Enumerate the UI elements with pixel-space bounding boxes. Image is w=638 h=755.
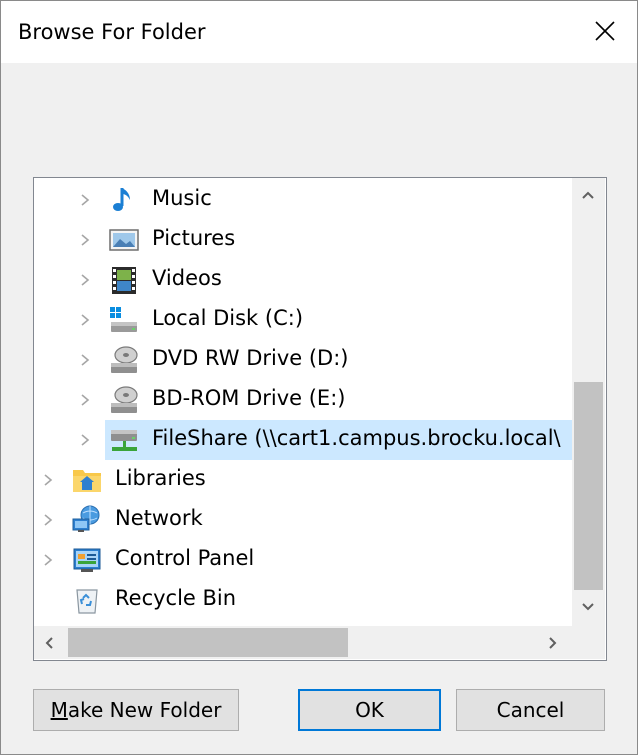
browse-for-folder-dialog: Browse For Folder Music Pictures Videos …	[0, 0, 638, 755]
network-icon	[72, 505, 100, 532]
bd-rom-drive-icon	[111, 386, 138, 413]
chevron-right-icon[interactable]	[79, 194, 91, 206]
tree-item-label: Videos	[152, 266, 222, 290]
dvd-drive-icon	[111, 346, 138, 373]
tree-item-music[interactable]: Music	[34, 182, 572, 218]
tree-item-network[interactable]: Network	[34, 502, 572, 538]
tree-item-dvd-drive[interactable]: DVD RW Drive (D:)	[34, 342, 572, 378]
tree-item-libraries[interactable]: Libraries	[34, 462, 572, 498]
close-button[interactable]	[575, 1, 637, 63]
tree-item-bd-rom-drive[interactable]: BD-ROM Drive (E:)	[34, 382, 572, 418]
tree-item-label: FileShare (\\cart1.campus.brocku.local\	[152, 426, 561, 450]
tree-item-pictures[interactable]: Pictures	[34, 222, 572, 258]
pictures-icon	[109, 229, 139, 251]
tree-item-recycle-bin[interactable]: Recycle Bin	[34, 582, 572, 618]
music-icon	[113, 188, 130, 211]
scrollbar-corner	[572, 626, 605, 659]
chevron-right-icon[interactable]	[79, 394, 91, 406]
scroll-left-icon[interactable]	[44, 636, 54, 650]
cancel-button-label: Cancel	[496, 698, 565, 722]
folder-tree-rows: Music Pictures Videos Local Disk (C:) DV…	[34, 178, 572, 626]
tree-item-label: Pictures	[152, 226, 236, 250]
libraries-icon	[73, 470, 101, 492]
title-bar: Browse For Folder	[1, 1, 637, 63]
tree-item-local-disk[interactable]: Local Disk (C:)	[34, 302, 572, 338]
make-new-folder-mnemonic: M	[50, 698, 68, 722]
cancel-button[interactable]: Cancel	[456, 689, 605, 731]
chevron-right-icon[interactable]	[79, 274, 91, 286]
chevron-right-icon[interactable]	[79, 314, 91, 326]
folder-tree[interactable]: Music Pictures Videos Local Disk (C:) DV…	[33, 177, 607, 661]
tree-item-label: Libraries	[115, 466, 206, 490]
tree-item-label: Local Disk (C:)	[152, 306, 304, 330]
vertical-scroll-thumb[interactable]	[574, 382, 603, 590]
vertical-scrollbar[interactable]	[572, 178, 605, 626]
ok-button[interactable]: OK	[298, 689, 441, 731]
tree-item-videos[interactable]: Videos	[34, 262, 572, 298]
chevron-right-icon[interactable]	[79, 234, 91, 246]
tree-item-label: Network	[115, 506, 203, 530]
chevron-right-icon[interactable]	[79, 434, 91, 446]
videos-icon	[112, 267, 136, 294]
dialog-title: Browse For Folder	[18, 20, 206, 44]
tree-item-label: BD-ROM Drive (E:)	[152, 386, 346, 410]
chevron-right-icon[interactable]	[42, 554, 54, 566]
tree-item-label: Music	[152, 186, 212, 210]
recycle-bin-icon	[76, 589, 98, 614]
scroll-down-icon[interactable]	[581, 602, 595, 612]
scroll-up-icon[interactable]	[581, 190, 595, 200]
chevron-right-icon[interactable]	[42, 514, 54, 526]
ok-button-label: OK	[355, 698, 384, 722]
tree-item-label: Recycle Bin	[115, 586, 237, 610]
local-disk-icon	[110, 307, 137, 332]
control-panel-icon	[73, 548, 101, 572]
close-icon	[595, 21, 615, 41]
network-share-icon	[111, 430, 137, 451]
horizontal-scrollbar[interactable]	[34, 626, 572, 659]
chevron-right-icon[interactable]	[42, 474, 54, 486]
make-new-folder-button[interactable]: Make New Folder	[33, 689, 239, 731]
make-new-folder-label: ake New Folder	[67, 698, 222, 722]
tree-item-control-panel[interactable]: Control Panel	[34, 542, 572, 578]
tree-item-fileshare[interactable]: FileShare (\\cart1.campus.brocku.local\	[34, 420, 572, 460]
tree-item-label: Control Panel	[115, 546, 255, 570]
tree-item-label: DVD RW Drive (D:)	[152, 346, 349, 370]
scroll-right-icon[interactable]	[548, 636, 558, 650]
chevron-right-icon[interactable]	[79, 354, 91, 366]
horizontal-scroll-thumb[interactable]	[68, 628, 348, 657]
